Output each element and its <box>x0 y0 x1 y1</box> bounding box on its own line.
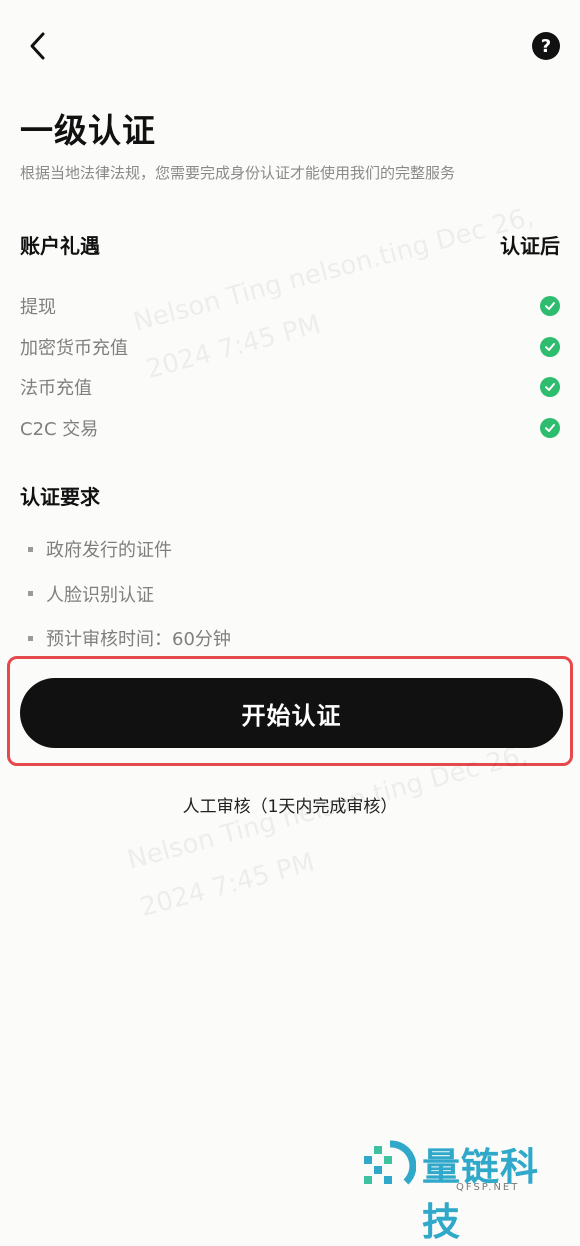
start-verification-button[interactable]: 开始认证 <box>20 678 563 748</box>
benefit-label: C2C 交易 <box>20 418 99 440</box>
bullet-icon <box>28 546 33 552</box>
requirement-item: 人脸识别认证 <box>20 572 231 617</box>
bullet-icon <box>28 635 33 641</box>
requirement-item: 政府发行的证件 <box>20 527 231 572</box>
brand-logo: 量链科技 QFSP.NET <box>360 1136 575 1244</box>
help-button[interactable]: ? <box>532 32 560 60</box>
chevron-left-icon <box>30 32 45 60</box>
benefits-heading: 账户礼遇 <box>20 234 100 258</box>
page-title: 一级认证 <box>20 111 156 150</box>
back-button[interactable] <box>20 28 56 64</box>
benefit-item-fiat-deposit: 法币充值 <box>20 367 560 408</box>
requirement-item: 预计审核时间：60分钟 <box>20 616 231 661</box>
question-circle-icon: ? <box>540 35 552 57</box>
benefit-label: 加密货币充值 <box>20 337 128 359</box>
requirement-label: 预计审核时间：60分钟 <box>46 629 231 651</box>
check-circle-icon <box>540 417 560 438</box>
requirements-list: 政府发行的证件 人脸识别认证 预计审核时间：60分钟 <box>20 527 231 661</box>
top-bar: ? <box>0 0 580 96</box>
check-circle-icon <box>540 336 560 357</box>
requirements-heading: 认证要求 <box>20 485 100 509</box>
check-circle-icon <box>540 296 560 317</box>
benefit-label: 提现 <box>20 297 56 319</box>
requirement-label: 人脸识别认证 <box>46 584 154 606</box>
check-circle-icon <box>540 377 560 398</box>
requirement-label: 政府发行的证件 <box>46 540 172 562</box>
bullet-icon <box>28 591 33 597</box>
brand-site: QFSP.NET <box>456 1182 520 1193</box>
benefit-label: 法币充值 <box>20 378 92 400</box>
page-subtitle: 根据当地法律法规，您需要完成身份认证才能使用我们的完整服务 <box>20 164 456 182</box>
benefit-item-c2c-trading: C2C 交易 <box>20 408 560 449</box>
brand-mark-icon <box>364 1140 416 1185</box>
